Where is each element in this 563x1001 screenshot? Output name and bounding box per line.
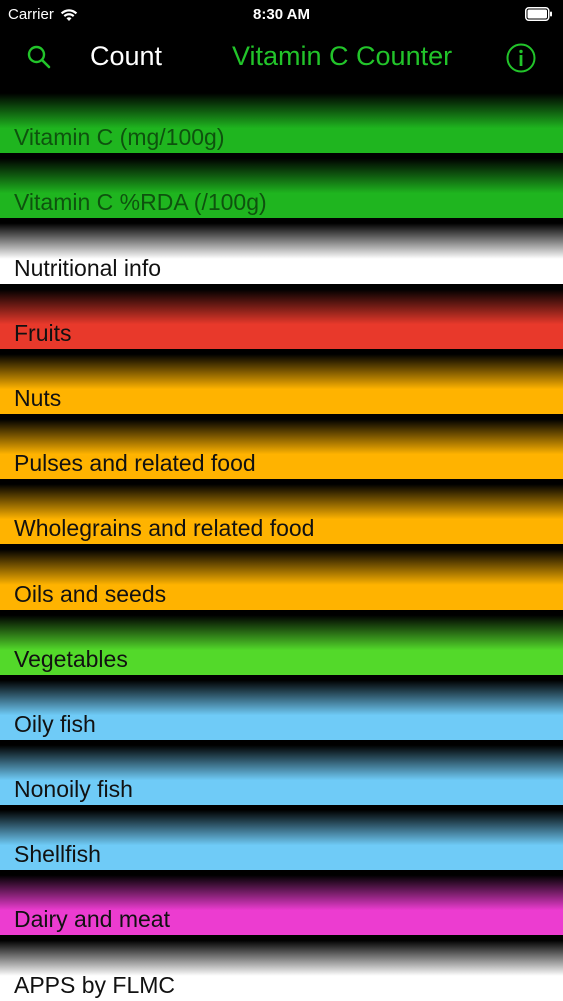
category-row-label: Oils and seeds — [14, 580, 167, 607]
category-row[interactable]: Nonoily fish — [0, 739, 563, 806]
category-row[interactable]: Nuts — [0, 348, 563, 414]
category-row-label: Wholegrains and related food — [14, 515, 315, 542]
app-title: Vitamin C Counter — [232, 41, 453, 71]
count-button[interactable]: Count — [90, 41, 162, 72]
category-row-label: Dairy and meat — [14, 906, 170, 933]
category-row-label: Fruits — [14, 319, 72, 346]
category-row[interactable]: Nutritional info — [0, 218, 563, 284]
category-row-label: Vitamin C (mg/100g) — [14, 124, 225, 151]
category-row-label: Nonoily fish — [14, 776, 133, 803]
category-row[interactable]: Vegetables — [0, 609, 563, 675]
category-row[interactable]: Oils and seeds — [0, 544, 563, 610]
category-row[interactable]: Wholegrains and related food — [0, 479, 563, 545]
category-row[interactable]: Shellfish — [0, 805, 563, 871]
category-row[interactable]: Oily fish — [0, 674, 563, 740]
category-row-label: Shellfish — [14, 841, 101, 868]
category-row[interactable]: Fruits — [0, 283, 563, 349]
category-row-label: Nutritional info — [14, 254, 162, 281]
category-row-label: Oily fish — [14, 710, 96, 737]
search-icon[interactable] — [26, 44, 52, 70]
status-time: 8:30 AM — [253, 6, 310, 23]
navigation-bar: Count Vitamin C Counter — [0, 30, 563, 88]
category-row[interactable]: Pulses and related food — [0, 413, 563, 480]
status-bar: Carrier 8:30 AM — [0, 0, 563, 30]
info-icon[interactable] — [506, 43, 536, 73]
category-row[interactable]: Vitamin C %RDA (/100g) — [0, 153, 563, 219]
category-row-label: Vegetables — [14, 645, 128, 672]
category-row[interactable]: Dairy and meat — [0, 870, 563, 936]
category-list: Vitamin C (mg/100g) Vitamin C %RDA (/100g… — [0, 88, 563, 1001]
category-row-label: Nuts — [14, 384, 62, 411]
category-row[interactable]: Vitamin C (mg/100g) — [0, 88, 563, 154]
category-row-label: Pulses and related food — [14, 450, 256, 477]
category-row-label: Vitamin C %RDA (/100g) — [14, 189, 267, 216]
category-row-label: APPS by FLMC — [14, 971, 176, 998]
category-row[interactable]: APPS by FLMC — [0, 935, 563, 1001]
battery-icon — [525, 7, 552, 21]
